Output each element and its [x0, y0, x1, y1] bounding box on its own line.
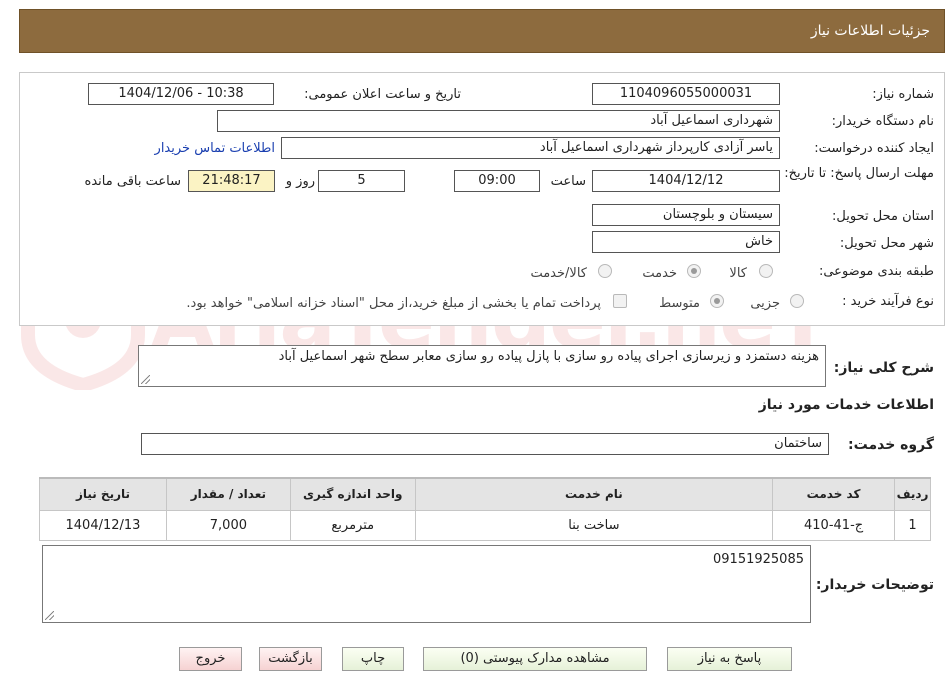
need-number-label: شماره نیاز:	[872, 87, 934, 102]
buyer-org-field[interactable]: شهرداری اسماعیل آباد	[217, 110, 780, 132]
treasury-payment-checkbox[interactable]	[613, 294, 627, 308]
reply-to-need-button[interactable]: پاسخ به نیاز	[667, 647, 792, 671]
category-service-label: خدمت	[642, 266, 677, 281]
announce-datetime-field[interactable]: 1404/12/06 - 10:38	[88, 83, 274, 105]
service-group-label: گروه خدمت:	[848, 437, 934, 453]
print-button[interactable]: چاپ	[342, 647, 404, 671]
days-label: روز و	[285, 174, 315, 189]
deadline-date-field[interactable]: 1404/12/12	[592, 170, 780, 192]
deadline-time-field[interactable]: 09:00	[454, 170, 540, 192]
cell-unit: مترمربع	[289, 509, 416, 541]
table-header-row: ردیف کد خدمت نام خدمت واحد اندازه گیری ت…	[39, 477, 931, 511]
need-summary-label: شرح کلی نیاز:	[833, 360, 934, 376]
process-minor-radio[interactable]	[790, 294, 804, 308]
back-button[interactable]: بازگشت	[259, 647, 322, 671]
province-field[interactable]: سیستان و بلوچستان	[592, 204, 780, 226]
buyer-notes-textarea[interactable]: 09151925085	[42, 545, 811, 623]
window-title: جزئیات اطلاعات نیاز	[810, 23, 930, 39]
cell-quantity: 7,000	[165, 509, 291, 541]
cell-service-name: ساخت بنا	[414, 509, 774, 541]
process-type-label: نوع فرآیند خرید :	[842, 294, 934, 309]
category-service-radio[interactable]	[687, 264, 701, 278]
category-label: طبقه بندی موضوعی:	[818, 264, 934, 279]
city-field[interactable]: خاش	[592, 231, 780, 253]
col-quantity: تعداد / مقدار	[165, 477, 291, 511]
request-creator-label: ایجاد کننده درخواست:	[814, 141, 934, 156]
process-minor-label: جزیی	[750, 296, 780, 311]
view-attachments-button[interactable]: مشاهده مدارک پیوستی (0)	[423, 647, 647, 671]
cell-need-date: 1404/12/13	[39, 509, 167, 541]
request-creator-field[interactable]: یاسر آزادی کارپرداز شهرداری اسماعیل آباد	[281, 137, 780, 159]
window-titlebar: جزئیات اطلاعات نیاز	[19, 9, 945, 53]
resize-grip-icon[interactable]	[45, 611, 54, 620]
announce-datetime-label: تاریخ و ساعت اعلان عمومی:	[304, 87, 461, 102]
services-table: ردیف کد خدمت نام خدمت واحد اندازه گیری ت…	[39, 477, 931, 541]
buyer-contact-link[interactable]: اطلاعات تماس خریدار	[155, 141, 275, 156]
remaining-time-field: 21:48:17	[188, 170, 275, 192]
buyer-notes-text: 09151925085	[713, 552, 804, 567]
col-service-name: نام خدمت	[414, 477, 774, 511]
need-summary-textarea[interactable]: هزینه دستمزد و زیرسازی اجرای پیاده رو سا…	[138, 345, 826, 387]
cell-row: 1	[894, 509, 931, 541]
col-need-date: تاریخ نیاز	[39, 477, 167, 511]
province-label: استان محل تحویل:	[832, 209, 934, 224]
buyer-org-label: نام دستگاه خریدار:	[831, 114, 934, 129]
buyer-notes-label: توضیحات خریدار:	[815, 577, 934, 593]
category-goods-label: کالا	[729, 266, 747, 281]
remaining-time-label: ساعت باقی مانده	[84, 174, 181, 189]
deadline-label: مهلت ارسال پاسخ: تا تاریخ:	[784, 166, 934, 181]
need-summary-text: هزینه دستمزد و زیرسازی اجرای پیاده رو سا…	[278, 349, 819, 364]
city-label: شهر محل تحویل:	[839, 236, 934, 251]
service-group-field[interactable]: ساختمان	[141, 433, 829, 455]
col-service-code: کد خدمت	[772, 477, 896, 511]
exit-button[interactable]: خروج	[179, 647, 242, 671]
cell-service-code: ج-41-410	[772, 509, 896, 541]
col-row: ردیف	[894, 477, 931, 511]
deadline-time-label: ساعت	[550, 174, 586, 189]
treasury-payment-note: پرداخت تمام یا بخشی از مبلغ خرید،از محل …	[186, 296, 601, 311]
services-section-title: اطلاعات خدمات مورد نیاز	[758, 397, 934, 413]
need-number-field[interactable]: 1104096055000031	[592, 83, 780, 105]
table-row[interactable]: 1 ج-41-410 ساخت بنا مترمربع 7,000 1404/1…	[39, 509, 931, 541]
days-remaining-field[interactable]: 5	[318, 170, 405, 192]
resize-grip-icon[interactable]	[141, 375, 150, 384]
process-medium-radio[interactable]	[710, 294, 724, 308]
category-goods-radio[interactable]	[759, 264, 773, 278]
category-goods-service-radio[interactable]	[598, 264, 612, 278]
category-goods-service-label: کالا/خدمت	[530, 266, 587, 281]
process-medium-label: متوسط	[659, 296, 700, 311]
col-unit: واحد اندازه گیری	[289, 477, 416, 511]
